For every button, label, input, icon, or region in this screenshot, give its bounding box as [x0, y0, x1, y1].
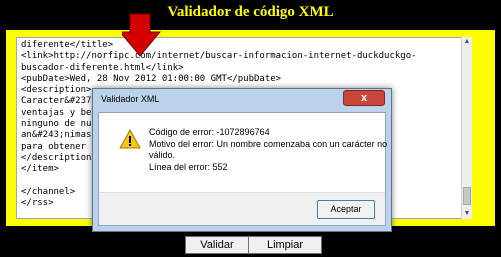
editor-scrollbar[interactable]: ▲ ▼ [461, 37, 472, 219]
action-buttons: Validar Limpiar [0, 236, 501, 254]
dialog-titlebar[interactable]: Validador XML x [93, 89, 391, 111]
error-message: Código de error: -1072896764 Motivo del … [149, 127, 388, 173]
dialog-body: Código de error: -1072896764 Motivo del … [98, 112, 388, 226]
code-line: </rss> [21, 198, 54, 209]
page-title: Validador de código XML [167, 4, 334, 20]
code-line: <description> [21, 85, 92, 96]
scroll-thumb[interactable] [463, 187, 471, 205]
code-line: <link>http://norfipc.com/internet/buscar… [21, 51, 417, 62]
code-line: para obtener [21, 141, 87, 152]
code-line: diferente</title> [21, 40, 114, 50]
dialog-footer: Aceptar [99, 192, 385, 225]
error-reason-cont: válido. [149, 150, 176, 161]
code-line: </item> [21, 164, 59, 175]
pointer-arrow-icon [122, 13, 162, 57]
clear-button[interactable]: Limpiar [248, 236, 322, 254]
code-line: <pubDate>Wed, 28 Nov 2012 01:00:00 GMT</… [21, 73, 282, 84]
code-line: </description> [21, 152, 97, 163]
error-code: Código de error: -1072896764 [149, 127, 270, 137]
error-line: Línea del error: 552 [149, 161, 228, 172]
warning-icon [119, 129, 141, 149]
scroll-up-icon[interactable]: ▲ [462, 37, 472, 47]
code-line: </channel> [21, 186, 76, 197]
validate-button[interactable]: Validar [185, 236, 249, 254]
code-line: buscador-diferente.html</link> [21, 62, 184, 73]
dialog-title: Validador XML [101, 94, 160, 104]
scroll-down-icon[interactable]: ▼ [462, 209, 472, 219]
accept-button[interactable]: Aceptar [317, 200, 375, 219]
close-button[interactable]: x [343, 90, 385, 106]
error-reason: Motivo del error: Un nombre comenzaba co… [149, 138, 388, 149]
error-dialog: Validador XML x Código de error: -107289… [92, 88, 392, 232]
